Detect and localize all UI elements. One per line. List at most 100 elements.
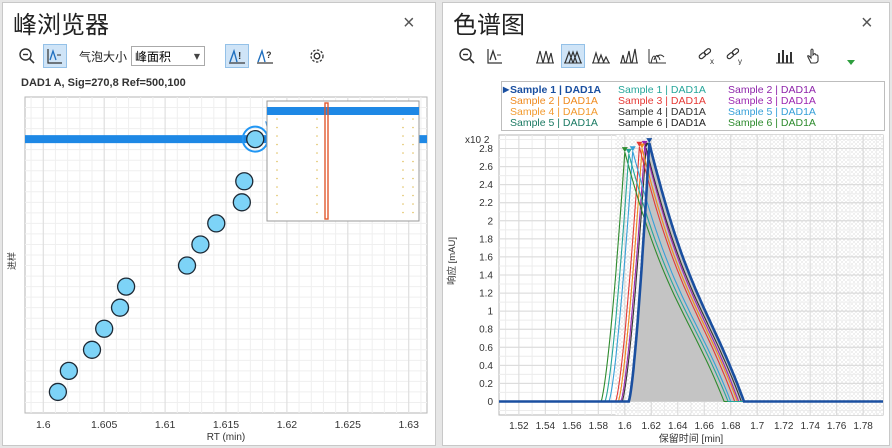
- inset-dot: [316, 135, 318, 137]
- peak-alert-icon[interactable]: !: [225, 44, 250, 68]
- peak-lines-icon[interactable]: [483, 44, 507, 68]
- inset-dot: [316, 169, 318, 171]
- x-tick-label: 1.72: [774, 421, 794, 432]
- inset-dot: [402, 160, 404, 163]
- x-tick-label: 1.76: [827, 421, 847, 432]
- inset-dot: [402, 143, 404, 146]
- x-tick-label: 1.6: [36, 419, 51, 431]
- link-x-icon[interactable]: x: [695, 44, 719, 68]
- legend-item[interactable]: Sample 6 | DAD1A: [618, 117, 706, 129]
- inset-dot: [276, 152, 278, 154]
- x-tick-label: 1.58: [589, 421, 609, 432]
- inset-dot: [402, 135, 404, 137]
- offset-peaks-icon[interactable]: [589, 44, 613, 68]
- data-point[interactable]: [116, 277, 136, 296]
- data-point[interactable]: [191, 235, 210, 254]
- y-tick-label: 0.8: [479, 325, 493, 336]
- svg-text:x: x: [710, 57, 714, 65]
- settings-gear-icon[interactable]: [305, 44, 329, 68]
- toolbar: 气泡大小 峰面积 ▼ ! ?: [15, 43, 333, 69]
- bar-chart-icon[interactable]: [773, 44, 797, 68]
- y-axis-label: 进样: [6, 252, 17, 270]
- hand-pointer-icon[interactable]: [801, 44, 825, 68]
- inset-dot: [276, 186, 278, 188]
- data-point[interactable]: [232, 193, 251, 212]
- stack-peaks-icon[interactable]: [561, 44, 585, 68]
- x-tick-label: 1.61: [155, 419, 176, 431]
- data-point[interactable]: [246, 129, 265, 149]
- link-y-icon[interactable]: y: [723, 44, 747, 68]
- legend-item[interactable]: Sample 5 | DAD1A: [510, 117, 598, 129]
- y-tick-label: 0.2: [479, 379, 493, 390]
- inset-dot: [412, 203, 414, 205]
- data-point[interactable]: [48, 382, 68, 402]
- waterfall-peaks-icon[interactable]: [645, 44, 669, 68]
- y-tick-label: 2.6: [479, 162, 493, 173]
- inset-dot: [412, 143, 414, 146]
- chart-title: DAD1 A, Sig=270,8 Ref=500,100: [21, 77, 186, 89]
- x-tick-label: 1.78: [853, 421, 873, 432]
- data-point[interactable]: [95, 319, 114, 338]
- inset-dot: [276, 126, 278, 129]
- data-point[interactable]: [59, 361, 79, 381]
- x-tick-label: 1.68: [721, 421, 741, 432]
- x-axis-label: RT (min): [207, 432, 246, 443]
- peak-question-icon[interactable]: ?: [253, 44, 277, 68]
- peak-browser-chart[interactable]: 1.6 1.605 1.61 1.615 1.62 1.625 1.63 RT (min) 进样: [3, 91, 435, 447]
- inset-dot: [316, 186, 318, 188]
- x-tick-label: 1.7: [750, 421, 764, 432]
- dropdown-arrow-icon[interactable]: [847, 60, 855, 65]
- chromatogram-chart[interactable]: 1.52 1.54 1.56 1.58 1.6 1.62 1.64 1.66 1.68 1.7 1.…: [443, 131, 889, 447]
- inset-dot: [276, 177, 278, 180]
- y-multiplier-label: x10 2: [465, 135, 490, 146]
- inset-dot: [402, 211, 404, 214]
- data-point[interactable]: [235, 172, 254, 191]
- x-tick-label: 1.605: [91, 419, 117, 431]
- inset-dot: [412, 152, 414, 154]
- inset-dot: [402, 177, 404, 180]
- legend-label: Sample 6 | DAD1A: [728, 117, 816, 129]
- svg-text:y: y: [738, 57, 742, 65]
- inset-dot: [316, 143, 318, 146]
- inset-highlight-band: [267, 107, 419, 115]
- data-point[interactable]: [110, 298, 130, 317]
- inset-dot: [402, 186, 404, 188]
- legend-item[interactable]: Sample 6 | DAD1A: [728, 117, 816, 129]
- close-button[interactable]: ×: [861, 13, 873, 33]
- panel-title: 色谱图: [453, 11, 525, 39]
- legend-label: Sample 5 | DAD1A: [510, 117, 598, 129]
- tilt-peaks-icon[interactable]: [617, 44, 641, 68]
- legend-label: Sample 6 | DAD1A: [618, 117, 706, 129]
- inset-dot: [276, 135, 278, 137]
- overlay-peaks-icon[interactable]: [533, 44, 557, 68]
- inset-dot: [316, 126, 318, 129]
- bubble-size-select[interactable]: 峰面积 ▼: [131, 46, 206, 66]
- x-tick-label: 1.63: [399, 419, 420, 431]
- inset-dot: [316, 160, 318, 163]
- zoom-out-icon[interactable]: [455, 44, 479, 68]
- x-tick-label: 1.52: [509, 421, 529, 432]
- inset-dot: [316, 211, 318, 214]
- data-point[interactable]: [207, 214, 226, 233]
- x-tick-label: 1.62: [642, 421, 662, 432]
- y-tick-label: 0.4: [479, 361, 493, 372]
- x-tick-label: 1.54: [536, 421, 556, 432]
- inset-dot: [412, 160, 414, 163]
- peak-lines-icon[interactable]: [43, 44, 67, 68]
- y-tick-label: 0.6: [479, 343, 493, 354]
- inset-dot: [402, 169, 404, 171]
- inset-dot: [276, 194, 278, 197]
- close-button[interactable]: ×: [403, 13, 415, 33]
- zoom-out-icon[interactable]: [15, 44, 39, 68]
- inset-dot: [316, 118, 318, 120]
- data-point[interactable]: [177, 256, 197, 275]
- data-point[interactable]: [82, 340, 102, 359]
- inset-dot: [412, 177, 414, 180]
- inset-dot: [402, 118, 404, 120]
- y-axis-label: 响应 [mAU]: [446, 237, 458, 285]
- x-tick-label: 1.64: [668, 421, 688, 432]
- inset-dot: [316, 194, 318, 197]
- x-tick-label: 1.56: [562, 421, 582, 432]
- inset-dot: [412, 118, 414, 120]
- x-tick-label: 1.6: [618, 421, 632, 432]
